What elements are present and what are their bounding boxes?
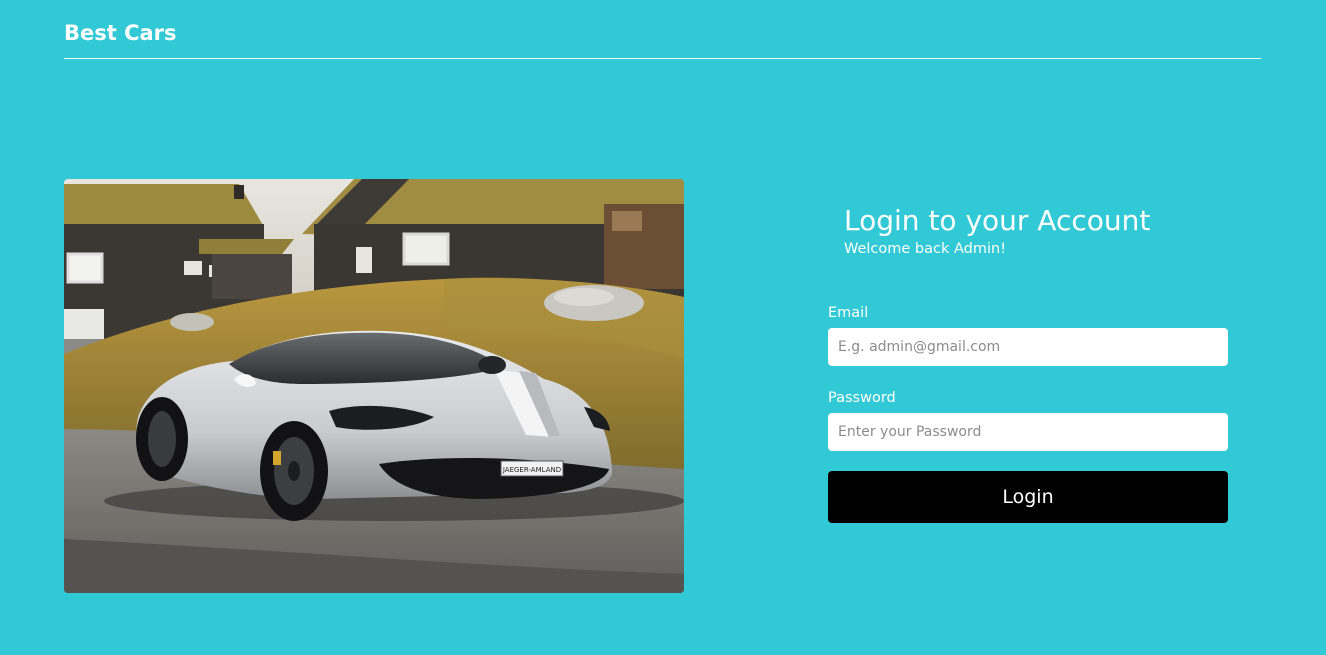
email-label: Email [828, 305, 869, 321]
login-title: Login to your Account [844, 204, 1151, 237]
password-input[interactable] [828, 413, 1228, 451]
password-label: Password [828, 390, 896, 406]
hero-image: JAEGER-AMLAND [64, 179, 684, 593]
login-button[interactable]: Login [828, 471, 1228, 523]
brand-logo-text[interactable]: Best Cars [64, 21, 177, 45]
license-plate-text: JAEGER-AMLAND [502, 466, 561, 474]
email-input[interactable] [828, 328, 1228, 366]
login-subtitle: Welcome back Admin! [844, 241, 1007, 257]
header-divider [64, 58, 1261, 59]
car-photo-illustration: JAEGER-AMLAND [64, 179, 684, 593]
